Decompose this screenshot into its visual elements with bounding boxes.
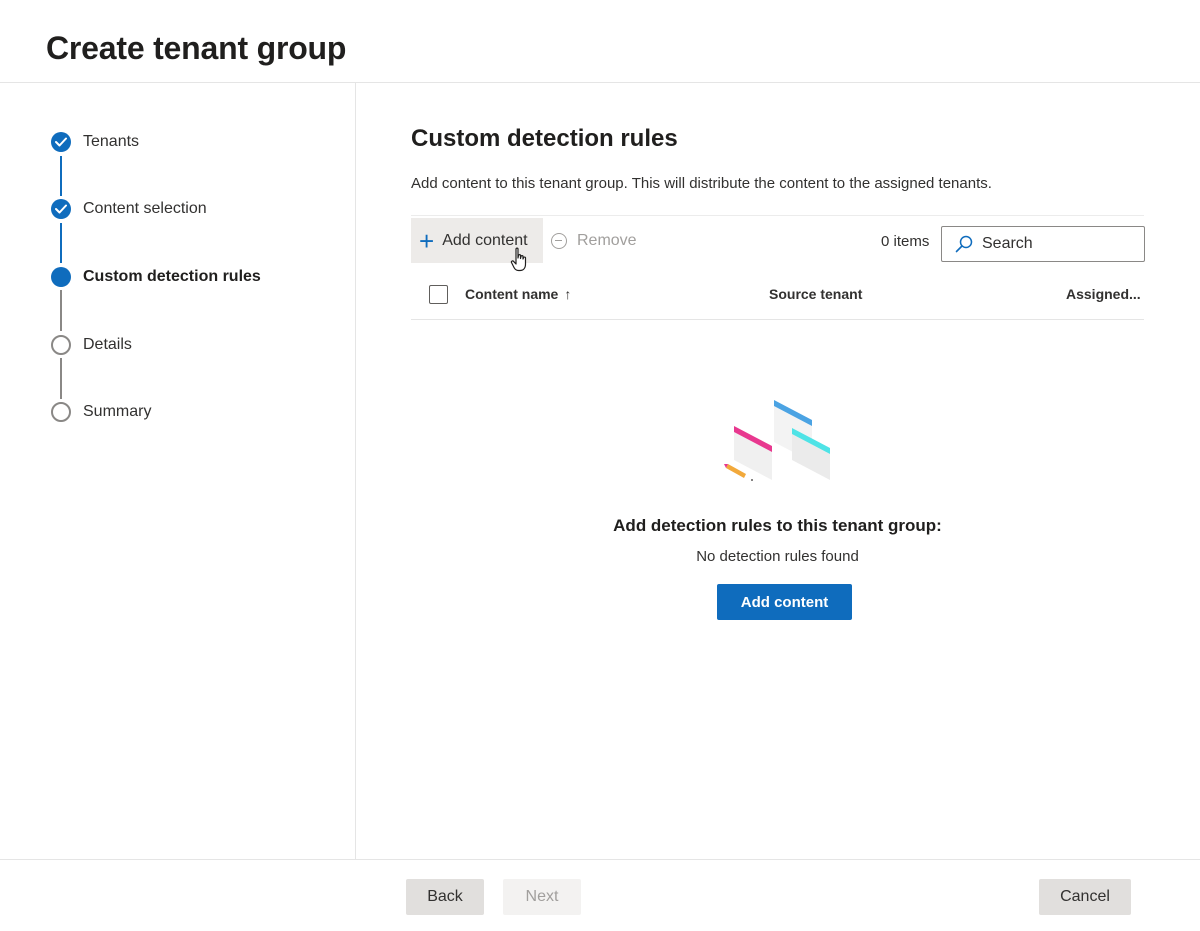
main-content: Custom detection rules Add content to th… xyxy=(357,83,1200,859)
empty-state-subtitle: No detection rules found xyxy=(696,548,859,565)
add-content-button[interactable]: Add content xyxy=(717,584,852,620)
column-label: Content name xyxy=(465,286,559,302)
check-icon xyxy=(51,199,71,219)
step-connector xyxy=(60,290,62,331)
remove-circle-icon xyxy=(551,232,567,249)
step-label: Tenants xyxy=(83,133,140,150)
select-all-checkbox[interactable] xyxy=(429,285,448,304)
back-button[interactable]: Back xyxy=(406,879,484,915)
empty-documents-illustration-icon xyxy=(724,400,830,481)
step-details[interactable]: Details xyxy=(51,335,351,355)
step-connector xyxy=(60,156,62,196)
hand-pointer-cursor-icon xyxy=(510,247,527,272)
step-content-selection[interactable]: Content selection xyxy=(51,199,351,219)
divider xyxy=(411,215,1144,216)
search-input[interactable] xyxy=(982,235,1132,253)
step-label: Details xyxy=(83,336,132,353)
search-icon xyxy=(955,235,973,253)
pending-step-circle-icon xyxy=(51,402,71,422)
remove-toolbar-button[interactable]: Remove xyxy=(551,218,651,263)
table-header: Content name ↑ Source tenant Assigned... xyxy=(411,279,1144,320)
page-header: Create tenant group xyxy=(0,0,1200,83)
step-label: Custom detection rules xyxy=(83,268,261,285)
step-summary[interactable]: Summary xyxy=(51,402,351,422)
step-custom-detection-rules[interactable]: Custom detection rules xyxy=(51,267,351,287)
step-connector xyxy=(60,358,62,399)
page-title: Create tenant group xyxy=(46,30,347,66)
step-label: Content selection xyxy=(83,200,207,217)
step-connector xyxy=(60,223,62,263)
search-box[interactable] xyxy=(941,226,1145,262)
items-count: 0 items xyxy=(881,233,930,250)
step-tenants[interactable]: Tenants xyxy=(51,132,351,152)
remove-label: Remove xyxy=(577,231,637,249)
wizard-footer: Back Next Cancel xyxy=(0,859,1200,931)
column-header-assigned[interactable]: Assigned... xyxy=(1066,286,1141,302)
step-label: Summary xyxy=(83,403,152,420)
check-icon xyxy=(51,132,71,152)
plus-icon: + xyxy=(419,225,435,256)
cancel-button[interactable]: Cancel xyxy=(1039,879,1131,915)
section-description: Add content to this tenant group. This w… xyxy=(411,175,992,192)
column-header-source-tenant[interactable]: Source tenant xyxy=(769,286,862,302)
pending-step-circle-icon xyxy=(51,335,71,355)
column-header-content-name[interactable]: Content name ↑ xyxy=(465,286,571,302)
current-step-dot-icon xyxy=(51,267,71,287)
sort-ascending-icon: ↑ xyxy=(564,286,572,302)
next-button[interactable]: Next xyxy=(503,879,581,915)
wizard-steps: Tenants Content selection Custom detecti… xyxy=(0,83,356,859)
empty-state-title: Add detection rules to this tenant group… xyxy=(613,516,942,535)
section-title: Custom detection rules xyxy=(411,125,678,152)
